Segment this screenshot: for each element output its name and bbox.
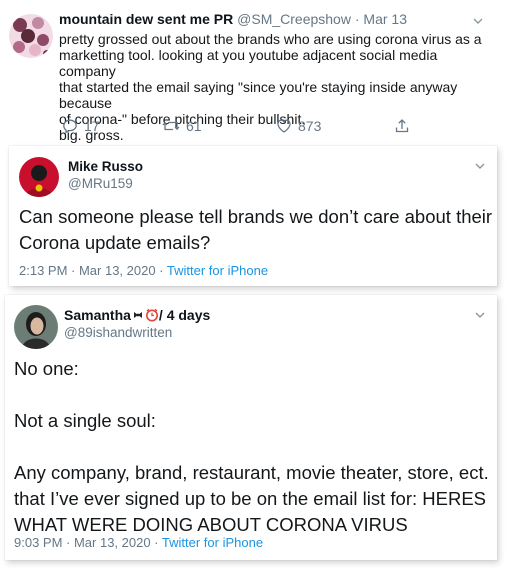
- alarm-clock-icon: [145, 308, 158, 322]
- avatar-image: [19, 157, 59, 197]
- tweet-line: Any company, brand, restaurant, movie th…: [14, 462, 489, 483]
- avatar-image: [14, 305, 58, 349]
- bow-emoji-icon: [133, 312, 142, 318]
- tweet-meta: 9:03 PM · Mar 13, 2020 · Twitter for iPh…: [14, 535, 263, 550]
- avatar-image: [9, 14, 53, 58]
- reply-button[interactable]: 17: [62, 118, 162, 134]
- avatar[interactable]: [9, 14, 53, 58]
- like-count: 873: [298, 118, 322, 134]
- tweet-line: that started the email saying "since you…: [59, 79, 458, 111]
- tweet-date[interactable]: Mar 13: [363, 11, 407, 27]
- tweet-line: [14, 434, 494, 460]
- display-name[interactable]: Mike Russo: [68, 159, 143, 174]
- tweet-card-3[interactable]: Samantha / 4 days @89ishandwritten No on…: [5, 295, 497, 560]
- reply-icon: [63, 119, 77, 134]
- avatar[interactable]: [14, 305, 58, 349]
- handle[interactable]: @SM_Creepshow: [237, 11, 351, 27]
- avatar[interactable]: [19, 157, 59, 197]
- handle[interactable]: @89ishandwritten: [64, 325, 172, 340]
- share-icon: [395, 119, 409, 133]
- handle[interactable]: @MRu159: [68, 176, 133, 191]
- display-name-suffix: / 4 days: [158, 307, 211, 323]
- chevron-down-icon[interactable]: [474, 309, 486, 321]
- tweet-text: No one: Not a single soul: Any company, …: [14, 356, 494, 538]
- separator: ·: [354, 11, 360, 27]
- tweet-meta: 2:13 PM · Mar 13, 2020 · Twitter for iPh…: [19, 263, 268, 278]
- like-button[interactable]: 873: [276, 118, 394, 134]
- display-name[interactable]: Samantha: [64, 307, 131, 323]
- tweet-line: Corona update emails?: [19, 232, 211, 253]
- heart-icon: [277, 119, 291, 133]
- chevron-down-icon[interactable]: [474, 160, 486, 172]
- tweet-line: marketting tool. looking at you youtube …: [59, 47, 438, 79]
- tweet-timestamp[interactable]: 2:13 PM · Mar 13, 2020 ·: [19, 263, 167, 278]
- tweet-line: Not a single soul:: [14, 410, 156, 431]
- share-button[interactable]: [394, 118, 416, 134]
- chevron-down-icon[interactable]: [472, 15, 484, 27]
- tweet-line: [14, 382, 494, 408]
- retweet-count: 61: [186, 118, 202, 134]
- tweet-timestamp[interactable]: 9:03 PM · Mar 13, 2020 ·: [14, 535, 162, 550]
- tweet-line: No one:: [14, 358, 79, 379]
- display-name[interactable]: mountain dew sent me PR: [59, 11, 233, 27]
- tweet-actions: 17 61 873: [62, 118, 422, 134]
- reply-count: 17: [84, 118, 100, 134]
- tweet-card-1[interactable]: mountain dew sent me PR @SM_Creepshow · …: [0, 0, 497, 143]
- tweet-card-2[interactable]: Mike Russo @MRu159 Can someone please te…: [9, 146, 497, 286]
- retweet-button[interactable]: 61: [162, 118, 276, 134]
- retweet-icon: [162, 121, 180, 131]
- tweet-line: Can someone please tell brands we don’t …: [19, 206, 493, 227]
- tweet-line: that I’ve ever signed up to be on the em…: [14, 488, 486, 509]
- tweet-source[interactable]: Twitter for iPhone: [167, 263, 268, 278]
- tweet-text: Can someone please tell brands we don’t …: [19, 204, 495, 256]
- tweet-line: pretty grossed out about the brands who …: [59, 31, 482, 47]
- tweet-source[interactable]: Twitter for iPhone: [162, 535, 263, 550]
